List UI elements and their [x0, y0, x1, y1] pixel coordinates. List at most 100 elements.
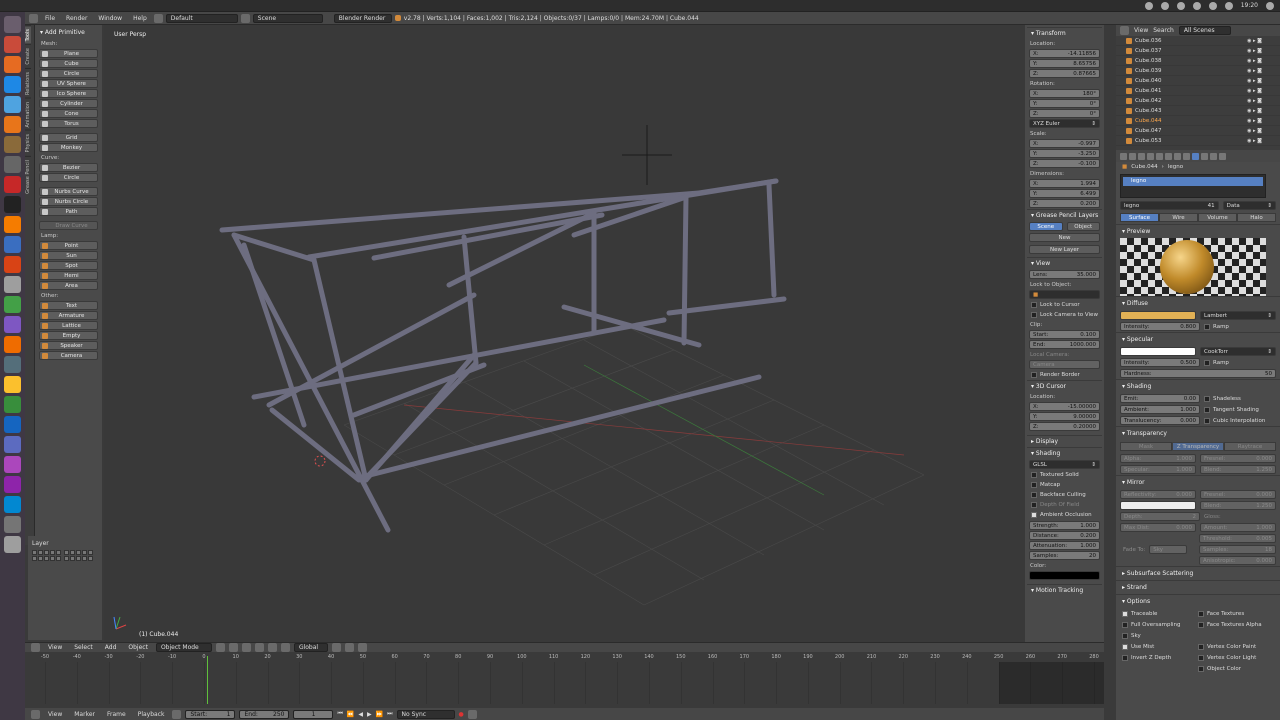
- outliner-view-menu[interactable]: View: [1134, 27, 1148, 34]
- new-layer-button[interactable]: New Layer: [1029, 245, 1100, 254]
- threshold-field[interactable]: Threshold: 0.005: [1199, 534, 1276, 543]
- dimension-z-field[interactable]: Z: 0.200: [1029, 199, 1100, 208]
- add-primitive-header[interactable]: ▾ Add Primitive: [38, 27, 99, 39]
- grease-scene-button[interactable]: Scene: [1029, 222, 1063, 231]
- ambient-field[interactable]: Ambient: 1.000: [1120, 405, 1200, 414]
- shading-header[interactable]: ▾ Shading: [1027, 447, 1102, 459]
- menu-window[interactable]: Window: [94, 15, 126, 22]
- location-z-field[interactable]: Z: 0.87665: [1029, 69, 1100, 78]
- visibility-icon[interactable]: ◉ ▸ ◙: [1247, 48, 1262, 54]
- amount-field[interactable]: Amount: 1.000: [1200, 523, 1276, 532]
- add-cylinder-button[interactable]: Cylinder: [39, 99, 98, 108]
- depth-field[interactable]: Depth: 2: [1120, 512, 1200, 521]
- current-frame-field[interactable]: 1: [293, 709, 334, 719]
- tab-z-transparency[interactable]: Z Transparency: [1172, 442, 1224, 451]
- bluetooth-icon[interactable]: [1192, 1, 1201, 10]
- vp-menu-select[interactable]: Select: [70, 644, 97, 651]
- start-frame-field[interactable]: Start: 1: [185, 709, 236, 719]
- add-point-button[interactable]: Point: [39, 241, 98, 250]
- outliner-row[interactable]: Cube.053 ◉ ▸ ◙: [1116, 136, 1280, 146]
- shading-header[interactable]: ▾ Shading: [1116, 379, 1280, 393]
- app-icon-7[interactable]: [4, 396, 21, 413]
- cursor-z-field[interactable]: Z: 0.20000: [1029, 422, 1100, 431]
- scale-x-field[interactable]: X: -0.997: [1029, 139, 1100, 148]
- add-camera-button[interactable]: Camera: [39, 351, 98, 360]
- tl-menu-frame[interactable]: Frame: [103, 711, 130, 718]
- render-tab-icon[interactable]: [1120, 152, 1127, 160]
- location-x-field[interactable]: X: -14.11856: [1029, 49, 1100, 58]
- rotation-z-field[interactable]: Z: 0°: [1029, 109, 1100, 118]
- option-checkbox[interactable]: Invert Z Depth: [1122, 652, 1198, 663]
- add-nurbs-circle-button[interactable]: Nurbs Circle: [39, 197, 98, 206]
- app-icon-11[interactable]: [4, 476, 21, 493]
- alpha-field[interactable]: Alpha: 1.000: [1120, 454, 1196, 463]
- menu-render[interactable]: Render: [62, 15, 91, 22]
- outliner-row[interactable]: Cube.039 ◉ ▸ ◙: [1116, 66, 1280, 76]
- range-icon[interactable]: [172, 709, 182, 719]
- terminal-icon[interactable]: [4, 196, 21, 213]
- grease-new-button[interactable]: New: [1029, 233, 1100, 242]
- editor-type-icon[interactable]: [31, 643, 40, 652]
- pivot-icon[interactable]: [228, 643, 238, 652]
- display-header[interactable]: ▸ Display: [1027, 435, 1102, 447]
- tab-halo[interactable]: Halo: [1237, 213, 1276, 222]
- 3d-viewport[interactable]: User Persp (1) Cube.044: [104, 25, 1025, 642]
- view-header[interactable]: ▾ View: [1027, 257, 1102, 269]
- visibility-icon[interactable]: ◉ ▸ ◙: [1247, 118, 1262, 124]
- rotation-x-field[interactable]: X: 180°: [1029, 89, 1100, 98]
- diffuse-shader-select[interactable]: Lambert ⇕: [1200, 311, 1276, 320]
- dropbox-icon[interactable]: [4, 96, 21, 113]
- trans-blend-field[interactable]: Blend: 1.250: [1200, 465, 1276, 474]
- ao-color-swatch[interactable]: [1029, 571, 1100, 580]
- vp-menu-add[interactable]: Add: [101, 644, 121, 651]
- ao-field-1[interactable]: Distance: 0.200: [1029, 531, 1100, 540]
- add-torus-button[interactable]: Torus: [39, 119, 98, 128]
- dimension-x-field[interactable]: X: 1.994: [1029, 179, 1100, 188]
- cursor-y-field[interactable]: Y: 9.00000: [1029, 412, 1100, 421]
- cubic-checkbox[interactable]: Cubic Interpolation: [1204, 417, 1276, 424]
- data-tab-icon[interactable]: [1183, 152, 1190, 160]
- text-editor-icon[interactable]: [4, 236, 21, 253]
- scene-render[interactable]: [104, 25, 1025, 642]
- motion-tracking-header[interactable]: ▾ Motion Tracking: [1027, 584, 1102, 596]
- world-tab-icon[interactable]: [1147, 152, 1154, 160]
- material-slots-list[interactable]: legno: [1120, 174, 1266, 198]
- option-checkbox[interactable]: Face Textures Alpha: [1198, 619, 1274, 630]
- lock-to-cursor-checkbox[interactable]: Lock to Cursor: [1027, 300, 1102, 310]
- add-bezier-button[interactable]: Bezier: [39, 163, 98, 172]
- tab-relations[interactable]: Relations: [25, 67, 31, 98]
- outliner-search-menu[interactable]: Search: [1153, 27, 1174, 34]
- scene-icon[interactable]: [240, 13, 250, 23]
- app-icon-4[interactable]: [4, 316, 21, 333]
- visibility-icon[interactable]: ◉ ▸ ◙: [1247, 128, 1262, 134]
- visibility-icon[interactable]: ◉ ▸ ◙: [1247, 98, 1262, 104]
- visibility-icon[interactable]: ◉ ▸ ◙: [1247, 78, 1262, 84]
- snap-icon[interactable]: [344, 643, 354, 652]
- outliner-row[interactable]: Cube.037 ◉ ▸ ◙: [1116, 46, 1280, 56]
- specular-header[interactable]: ▾ Specular: [1116, 332, 1280, 346]
- app-icon-5[interactable]: [4, 336, 21, 353]
- mirror-blend-field[interactable]: Blend: 1.250: [1200, 501, 1276, 510]
- tab-tools[interactable]: Tools: [25, 25, 31, 45]
- end-frame-field[interactable]: End: 250: [239, 709, 290, 719]
- outliner-row[interactable]: Cube.044 ◉ ▸ ◙: [1116, 116, 1280, 126]
- play-reverse-icon[interactable]: ◀: [358, 711, 363, 718]
- add-text-button[interactable]: Text: [39, 301, 98, 310]
- dof-checkbox[interactable]: Depth Of Field: [1027, 500, 1102, 510]
- render-layers-tab-icon[interactable]: [1129, 152, 1136, 160]
- lens-field[interactable]: Lens: 35.000: [1029, 270, 1100, 279]
- sync-select[interactable]: No Sync: [396, 709, 455, 719]
- outliner-editor-icon[interactable]: [1120, 26, 1129, 35]
- add-spot-button[interactable]: Spot: [39, 261, 98, 270]
- transparency-header[interactable]: ▾ Transparency: [1116, 426, 1280, 440]
- outliner-scope-select[interactable]: All Scenes: [1178, 26, 1231, 35]
- location-y-field[interactable]: Y: 8.65756: [1029, 59, 1100, 68]
- mode-select[interactable]: Object Mode: [155, 643, 212, 652]
- particles-tab-icon[interactable]: [1210, 152, 1217, 160]
- preview-header[interactable]: ▾ Preview: [1116, 224, 1280, 238]
- scale-y-field[interactable]: Y: -3.250: [1029, 149, 1100, 158]
- mirror-fresnel-field[interactable]: Fresnel: 0.000: [1200, 490, 1276, 499]
- add-circle-button[interactable]: Circle: [39, 173, 98, 182]
- battery-icon[interactable]: [1208, 1, 1217, 10]
- play-icon[interactable]: ▶: [367, 711, 372, 718]
